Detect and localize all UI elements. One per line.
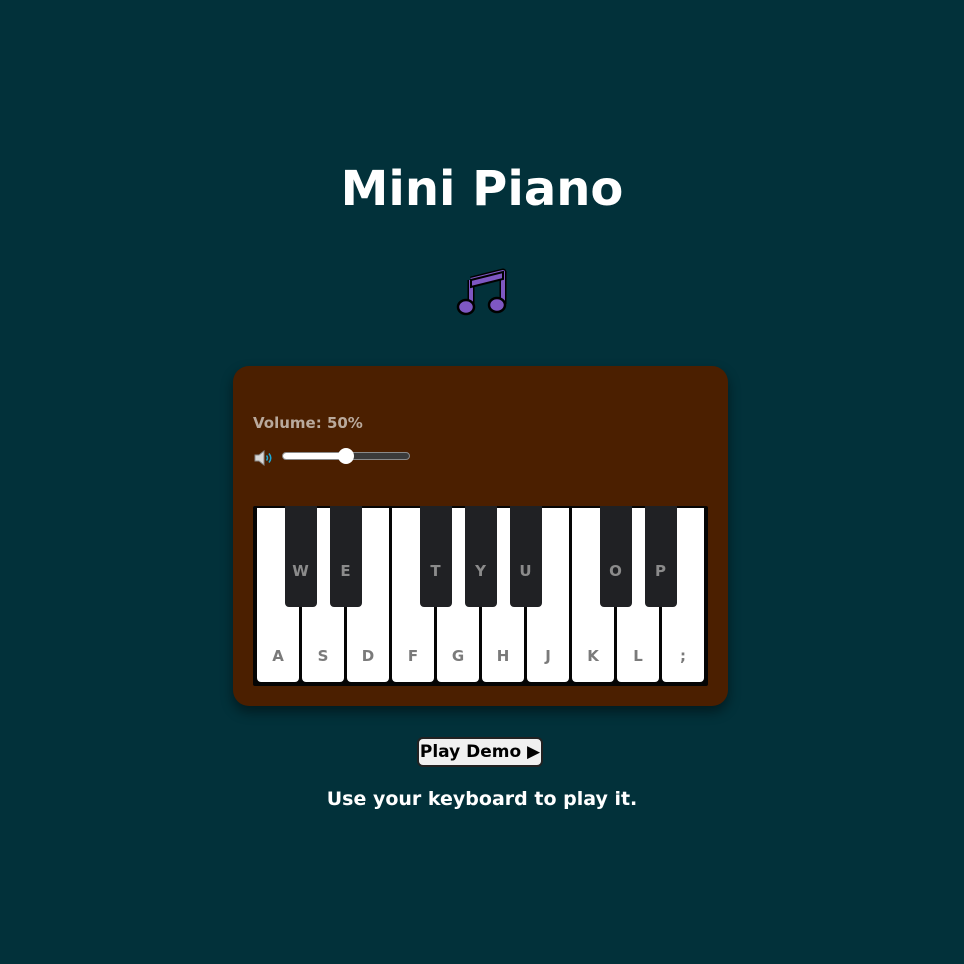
piano-keyboard: A S D F G H J K L; W E T Y U O P xyxy=(253,506,708,686)
black-key-label: Y xyxy=(475,562,486,580)
black-key-label: W xyxy=(292,562,309,580)
black-key[interactable]: Y xyxy=(464,506,497,607)
black-key[interactable]: U xyxy=(509,506,542,607)
white-key-label: D xyxy=(361,647,375,665)
volume-label: Volume: 50% xyxy=(253,414,363,432)
white-key-label: G xyxy=(451,647,465,665)
white-key-label: ; xyxy=(680,647,686,665)
music-note-icon xyxy=(456,268,507,316)
volume-slider[interactable] xyxy=(282,448,410,464)
volume-slider-thumb[interactable] xyxy=(338,448,354,464)
black-key-label: T xyxy=(430,562,441,580)
keyboard-hint: Use your keyboard to play it. xyxy=(326,788,638,810)
play-demo-button[interactable]: Play Demo ▶ xyxy=(417,737,543,767)
white-key-label: S xyxy=(317,647,329,665)
page-title: Mini Piano xyxy=(340,161,624,217)
black-key[interactable]: E xyxy=(329,506,362,607)
white-key-label: F xyxy=(407,647,419,665)
black-key[interactable]: O xyxy=(599,506,632,607)
speaker-icon xyxy=(254,449,272,467)
black-key[interactable]: W xyxy=(284,506,317,607)
black-key-label: P xyxy=(655,562,666,580)
piano-panel: Volume: 50% A S D F G H J K L; W E T Y U O P xyxy=(233,366,728,706)
black-key-label: O xyxy=(609,562,622,580)
white-key-label: L xyxy=(633,647,643,665)
black-key-label: E xyxy=(340,562,351,580)
volume-slider-fill xyxy=(283,453,346,459)
black-key-label: U xyxy=(519,562,532,580)
white-key-label: K xyxy=(587,647,599,665)
black-key[interactable]: T xyxy=(419,506,452,607)
white-key-label: J xyxy=(545,647,551,665)
black-key[interactable]: P xyxy=(644,506,677,607)
white-key-label: A xyxy=(272,647,284,665)
white-key-label: H xyxy=(496,647,510,665)
page: Mini Piano Volume: 50% A S D F G H J K L; W E T Y U O… xyxy=(0,0,964,964)
